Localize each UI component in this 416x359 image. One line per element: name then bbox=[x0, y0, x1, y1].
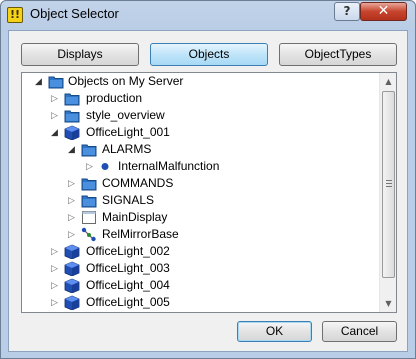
tree-item-label: OfficeLight_004 bbox=[86, 278, 170, 292]
tree-item-label: COMMANDS bbox=[102, 176, 174, 190]
tree-item-production[interactable]: ▷ production bbox=[22, 90, 377, 107]
cube-icon bbox=[64, 261, 80, 276]
expand-arrow-icon[interactable]: ▷ bbox=[51, 246, 60, 257]
tree-item-label: OfficeLight_001 bbox=[86, 125, 170, 139]
collapse-arrow-icon[interactable]: ◢ bbox=[68, 144, 77, 155]
tree-item-label: ALARMS bbox=[102, 142, 152, 156]
tab-displays[interactable]: Displays bbox=[21, 43, 139, 66]
tree-item-maindisplay[interactable]: ▷ MainDisplay bbox=[22, 209, 377, 226]
app-warning-icon: !! bbox=[7, 7, 23, 23]
tree-item-officelight-003[interactable]: ▷ OfficeLight_003 bbox=[22, 260, 377, 277]
expand-arrow-icon[interactable]: ▷ bbox=[51, 110, 60, 121]
collapse-arrow-icon[interactable]: ◢ bbox=[35, 76, 44, 87]
close-button[interactable]: ✕ bbox=[360, 2, 407, 21]
collapse-arrow-icon[interactable]: ◢ bbox=[51, 127, 60, 138]
expand-arrow-icon[interactable]: ▷ bbox=[68, 178, 77, 189]
tree-item-objects-on-my-server[interactable]: ◢ Objects on My Server bbox=[22, 73, 377, 90]
expand-arrow-icon[interactable]: ▷ bbox=[51, 93, 60, 104]
expand-arrow-icon[interactable]: ▷ bbox=[51, 263, 60, 274]
scrollbar-thumb[interactable] bbox=[382, 91, 395, 278]
window-title: Object Selector bbox=[30, 6, 119, 21]
tree-item-label: OfficeLight_003 bbox=[86, 261, 170, 275]
display-icon bbox=[82, 211, 96, 224]
tree-item-relmirrorbase[interactable]: ▷ RelMirrorBase bbox=[22, 226, 377, 243]
folder-icon bbox=[81, 144, 97, 157]
tree-item-label: MainDisplay bbox=[102, 210, 168, 224]
tree-item-label: InternalMalfunction bbox=[118, 159, 220, 173]
tree-item-signals[interactable]: ▷ SIGNALS bbox=[22, 192, 377, 209]
tree-item-style-overview[interactable]: ▷ style_overview bbox=[22, 107, 377, 124]
tree-item-alarms[interactable]: ◢ ALARMS bbox=[22, 141, 377, 158]
expand-arrow-icon[interactable]: ▷ bbox=[68, 212, 77, 223]
object-selector-window: !! Object Selector ? ✕ Displays Objects … bbox=[0, 0, 416, 359]
expand-arrow-icon[interactable]: ▷ bbox=[68, 229, 77, 240]
tab-objecttypes[interactable]: ObjectTypes bbox=[279, 43, 397, 66]
cancel-button[interactable]: Cancel bbox=[322, 321, 397, 342]
grip-line bbox=[386, 186, 392, 187]
folder-icon bbox=[64, 110, 80, 123]
tree-item-label: SIGNALS bbox=[102, 193, 155, 207]
tree-item-officelight-002[interactable]: ▷ OfficeLight_002 bbox=[22, 243, 377, 260]
tree-item-officelight-005[interactable]: ▷ OfficeLight_005 bbox=[22, 294, 377, 311]
grip-line bbox=[386, 180, 392, 181]
help-button[interactable]: ? bbox=[334, 2, 360, 21]
tree-item-internalmalfunction[interactable]: ▷ InternalMalfunction bbox=[22, 158, 377, 175]
relation-icon bbox=[81, 227, 96, 242]
tree-item-label: OfficeLight_002 bbox=[86, 244, 170, 258]
vertical-scrollbar[interactable]: ▲ ▼ bbox=[379, 73, 396, 312]
scroll-up-arrow-icon[interactable]: ▲ bbox=[380, 73, 396, 90]
tree-item-officelight-001[interactable]: ◢ OfficeLight_001 bbox=[22, 124, 377, 141]
tree-item-commands[interactable]: ▷ COMMANDS bbox=[22, 175, 377, 192]
expand-arrow-icon[interactable]: ▷ bbox=[51, 297, 60, 308]
cube-icon bbox=[64, 278, 80, 293]
folder-icon bbox=[81, 178, 97, 191]
grip-line bbox=[386, 183, 392, 184]
tree-item-label: production bbox=[86, 91, 143, 105]
ok-button[interactable]: OK bbox=[237, 321, 312, 342]
tree-item-officelight-004[interactable]: ▷ OfficeLight_004 bbox=[22, 277, 377, 294]
scroll-down-arrow-icon[interactable]: ▼ bbox=[380, 295, 396, 312]
title-bar[interactable]: !! Object Selector ? ✕ bbox=[1, 1, 415, 29]
tree-item-label: RelMirrorBase bbox=[102, 227, 179, 241]
expand-arrow-icon[interactable]: ▷ bbox=[68, 195, 77, 206]
server-icon bbox=[48, 76, 64, 89]
folder-icon bbox=[81, 195, 97, 208]
dialog-body: Displays Objects ObjectTypes ◢ Objects o… bbox=[8, 30, 408, 352]
expand-arrow-icon[interactable]: ▷ bbox=[51, 280, 60, 291]
tree-item-label: OfficeLight_005 bbox=[86, 295, 170, 309]
expand-arrow-icon[interactable]: ▷ bbox=[86, 161, 95, 172]
tab-objects[interactable]: Objects bbox=[150, 43, 268, 66]
object-tree[interactable]: ◢ Objects on My Server ▷ production ▷ st… bbox=[21, 72, 397, 313]
tree-item-label: Objects on My Server bbox=[68, 74, 184, 88]
folder-icon bbox=[64, 93, 80, 106]
cube-icon bbox=[64, 244, 80, 259]
dot-icon bbox=[101, 163, 109, 170]
cube-icon bbox=[64, 295, 80, 310]
cube-icon bbox=[64, 125, 80, 140]
tree-item-label: style_overview bbox=[86, 108, 165, 122]
